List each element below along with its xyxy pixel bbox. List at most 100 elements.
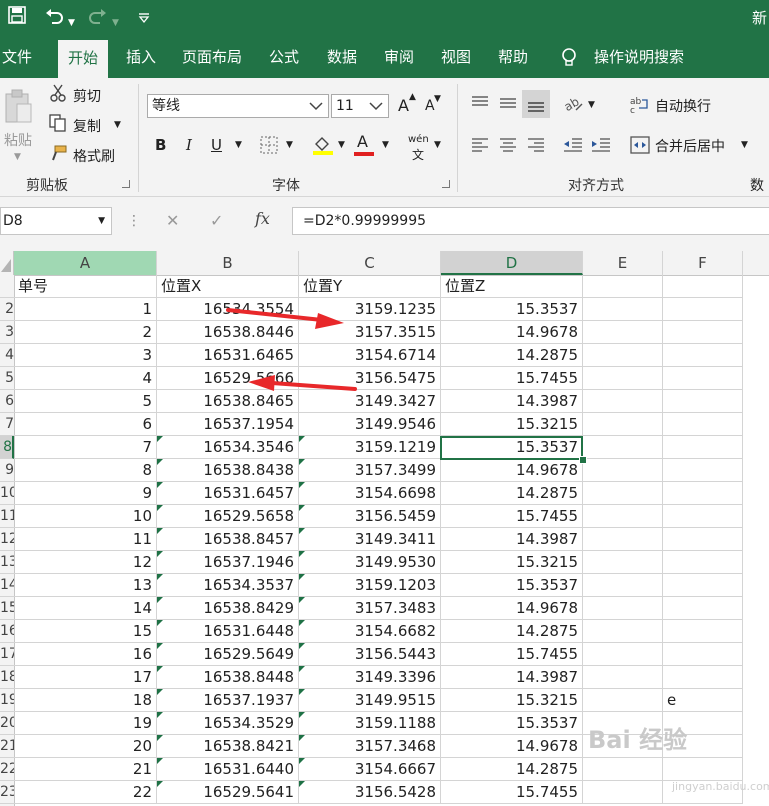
row-header[interactable]: 10 — [0, 482, 14, 505]
table-cell-f[interactable] — [663, 390, 743, 413]
table-cell-a[interactable]: 8 — [14, 459, 157, 482]
borders-icon[interactable] — [260, 136, 278, 158]
enter-icon[interactable]: ✓ — [210, 211, 223, 230]
align-top-icon[interactable] — [470, 94, 490, 116]
table-cell-a[interactable]: 3 — [14, 344, 157, 367]
table-cell-e[interactable] — [583, 367, 663, 390]
table-cell-c[interactable]: 3149.9530 — [299, 551, 441, 574]
table-cell-c[interactable]: 3149.3396 — [299, 666, 441, 689]
column-header-f[interactable]: F — [663, 251, 743, 275]
table-cell-c[interactable]: 3154.6714 — [299, 344, 441, 367]
underline-dropdown-icon[interactable]: ▼ — [235, 140, 242, 150]
row-header[interactable]: 16 — [0, 620, 14, 643]
header-cell-b[interactable]: 位置X — [157, 275, 299, 298]
table-cell-a[interactable]: 2 — [14, 321, 157, 344]
undo-dropdown-icon[interactable]: ▼ — [68, 12, 75, 34]
table-cell-f[interactable] — [663, 413, 743, 436]
wrap-text-icon[interactable]: ab c — [630, 94, 650, 118]
table-cell-d[interactable]: 14.9678 — [441, 459, 583, 482]
table-cell-a[interactable]: 22 — [14, 781, 157, 804]
tab-home[interactable]: 开始 — [58, 40, 109, 78]
table-cell-e[interactable] — [583, 321, 663, 344]
table-cell-e[interactable] — [583, 344, 663, 367]
table-cell-c[interactable]: 3156.5443 — [299, 643, 441, 666]
copy-dropdown-icon[interactable]: ▼ — [114, 120, 121, 130]
row-header[interactable]: 2 — [0, 298, 14, 321]
table-cell-b[interactable]: 16538.8421 — [157, 735, 299, 758]
table-cell-a[interactable]: 9 — [14, 482, 157, 505]
tab-help[interactable]: 帮助 — [498, 36, 528, 78]
cancel-icon[interactable]: ✕ — [166, 211, 179, 230]
table-cell-c[interactable]: 3149.9546 — [299, 413, 441, 436]
table-cell-b[interactable]: 16538.8465 — [157, 390, 299, 413]
redo-dropdown-icon[interactable]: ▼ — [112, 12, 119, 34]
merge-center-icon[interactable] — [630, 136, 650, 158]
tab-view[interactable]: 视图 — [441, 36, 471, 78]
header-cell-d[interactable]: 位置Z — [441, 275, 583, 298]
table-cell-c[interactable]: 3159.1203 — [299, 574, 441, 597]
table-cell-d[interactable]: 15.3215 — [441, 413, 583, 436]
table-cell-e[interactable] — [583, 505, 663, 528]
table-cell-e[interactable] — [583, 781, 663, 804]
customize-qat-icon[interactable] — [138, 8, 150, 30]
table-cell-a[interactable]: 17 — [14, 666, 157, 689]
table-cell-a[interactable]: 1 — [14, 298, 157, 321]
format-painter-icon[interactable] — [49, 144, 67, 166]
table-cell-f[interactable] — [663, 298, 743, 321]
table-cell-a[interactable]: 13 — [14, 574, 157, 597]
increase-indent-icon[interactable] — [590, 136, 612, 158]
table-cell-f[interactable] — [663, 482, 743, 505]
table-cell-f[interactable] — [663, 597, 743, 620]
table-cell-c[interactable]: 3159.1235 — [299, 298, 441, 321]
table-cell-b[interactable]: 16534.3529 — [157, 712, 299, 735]
row-header[interactable]: 12 — [0, 528, 14, 551]
table-cell-d[interactable]: 14.9678 — [441, 597, 583, 620]
table-cell-c[interactable]: 3157.3515 — [299, 321, 441, 344]
column-header-a[interactable]: A — [14, 251, 157, 275]
column-header-d[interactable]: D — [441, 251, 583, 275]
table-cell-f[interactable] — [663, 367, 743, 390]
table-cell-e[interactable] — [583, 459, 663, 482]
table-cell-c[interactable]: 3159.1188 — [299, 712, 441, 735]
table-cell-b[interactable]: 16534.3546 — [157, 436, 299, 459]
table-cell-c[interactable]: 3157.3483 — [299, 597, 441, 620]
row-header[interactable]: 23 — [0, 781, 14, 804]
table-cell-f[interactable] — [663, 459, 743, 482]
table-cell-f[interactable] — [663, 505, 743, 528]
underline-button[interactable]: U — [211, 136, 222, 154]
tab-file[interactable]: 文件 — [2, 36, 32, 78]
table-cell-a[interactable]: 11 — [14, 528, 157, 551]
header-cell-a[interactable]: 单号 — [14, 275, 157, 298]
save-icon[interactable] — [8, 6, 26, 30]
orientation-dropdown-icon[interactable]: ▼ — [588, 100, 595, 110]
table-cell-d[interactable]: 14.2875 — [441, 758, 583, 781]
table-cell-f[interactable] — [663, 528, 743, 551]
decrease-indent-icon[interactable] — [562, 136, 584, 158]
table-cell-d[interactable]: 14.2875 — [441, 344, 583, 367]
table-cell-d[interactable]: 14.3987 — [441, 390, 583, 413]
font-color-button[interactable]: A — [357, 132, 368, 151]
table-cell-b[interactable]: 16537.1954 — [157, 413, 299, 436]
row-header[interactable]: 5 — [0, 367, 14, 390]
table-cell-b[interactable]: 16538.8446 — [157, 321, 299, 344]
paste-button[interactable]: 粘贴 — [4, 130, 32, 150]
table-cell-f[interactable] — [663, 620, 743, 643]
table-cell-a[interactable]: 5 — [14, 390, 157, 413]
table-cell-b[interactable]: 16537.1946 — [157, 551, 299, 574]
row-header[interactable]: 18 — [0, 666, 14, 689]
row-header[interactable]: 14 — [0, 574, 14, 597]
align-left-icon[interactable] — [470, 136, 490, 158]
clipboard-launcher-icon[interactable] — [122, 180, 130, 188]
table-cell-f[interactable] — [663, 551, 743, 574]
table-cell-f[interactable] — [663, 666, 743, 689]
chevron-down-icon[interactable] — [368, 95, 384, 124]
chevron-down-icon[interactable] — [308, 95, 324, 124]
table-cell-f[interactable]: e — [663, 689, 743, 712]
paste-icon[interactable] — [4, 88, 34, 132]
table-cell-a[interactable]: 6 — [14, 413, 157, 436]
table-cell-d[interactable]: 14.9678 — [441, 321, 583, 344]
table-cell-b[interactable]: 16537.1937 — [157, 689, 299, 712]
table-cell-d[interactable]: 15.3537 — [441, 574, 583, 597]
table-cell-e[interactable] — [583, 436, 663, 459]
splitter-handle[interactable]: ⋮ — [127, 213, 141, 229]
